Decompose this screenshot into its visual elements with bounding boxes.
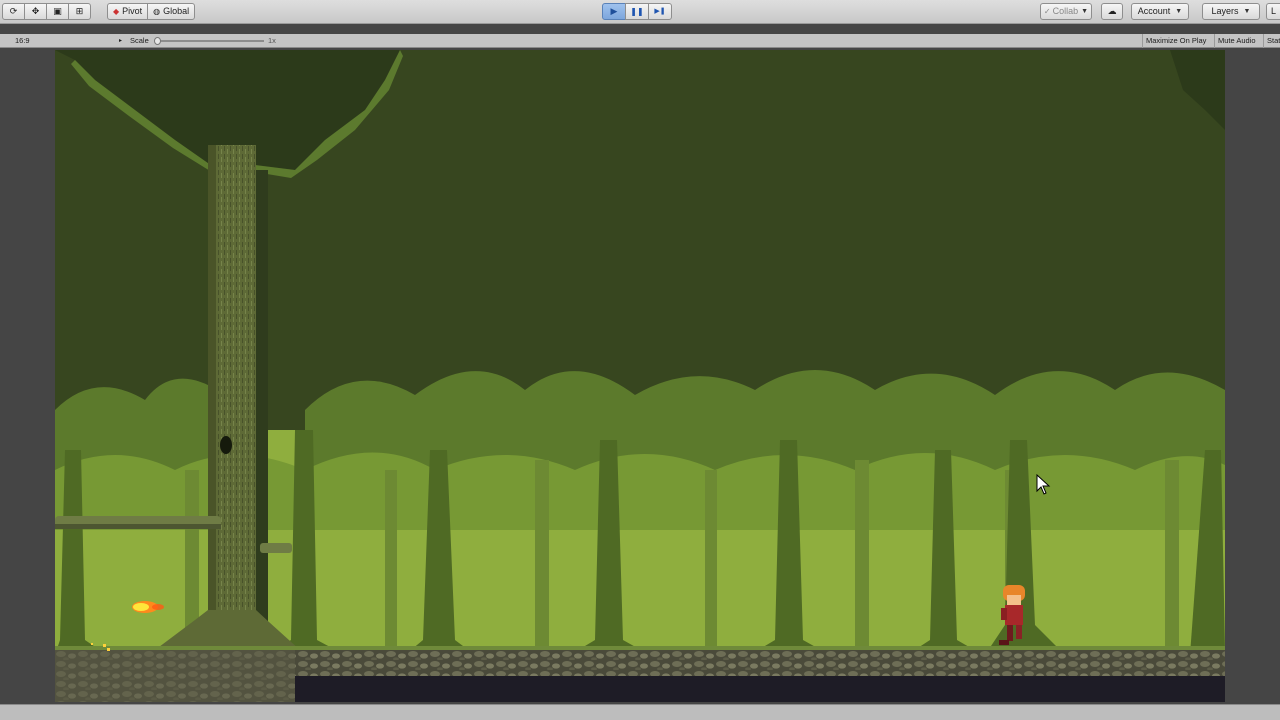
foreground-tree-shadow: [256, 170, 268, 640]
chevron-down-icon: ▼: [1243, 8, 1251, 15]
hand-tool-icon[interactable]: ⟳: [2, 3, 25, 20]
chevron-icon: ▸: [119, 38, 123, 44]
move-tool-icon[interactable]: ✥: [24, 3, 47, 20]
scale-label: Scale: [130, 36, 149, 45]
pause-button[interactable]: ❚❚: [625, 3, 649, 20]
step-icon: ▶❚: [654, 8, 666, 15]
chevron-down-icon: ▼: [1081, 8, 1089, 15]
forest-scene: [55, 50, 1225, 702]
layers-label: Layers: [1211, 6, 1239, 16]
mute-audio-toggle[interactable]: Mute Audio: [1214, 34, 1259, 48]
step-button[interactable]: ▶❚: [648, 3, 672, 20]
collab-button[interactable]: ✓ Collab ▼: [1040, 3, 1092, 20]
ground-dark: [295, 676, 1225, 702]
scale-slider-track[interactable]: [156, 40, 264, 42]
account-dropdown[interactable]: Account ▼: [1131, 3, 1189, 20]
aspect-ratio-dropdown[interactable]: 16:9: [15, 36, 30, 45]
global-label: Global: [163, 6, 190, 16]
main-toolbar: ⟳ ✥ ▣ ⊞ ◆ Pivot ◍ Global ▶ ❚❚ ▶❚ ✓ Colla…: [0, 0, 1280, 24]
cloud-icon: ☁: [1107, 6, 1117, 16]
global-button[interactable]: ◍ Global: [147, 3, 196, 20]
maximize-on-play-toggle[interactable]: Maximize On Play: [1142, 34, 1209, 48]
chevron-down-icon: ▼: [1175, 8, 1183, 15]
ground-rocks: [295, 650, 1225, 676]
rect-tool-icon[interactable]: ▣: [46, 3, 69, 20]
cloud-button[interactable]: ☁: [1101, 3, 1123, 20]
branch-platform-small: [260, 543, 292, 553]
pause-icon: ❚❚: [630, 7, 644, 16]
tree-hollow: [220, 436, 232, 454]
pivot-icon: ◆: [113, 7, 120, 16]
pivot-label: Pivot: [122, 6, 143, 16]
layers-dropdown[interactable]: Layers ▼: [1202, 3, 1260, 20]
game-view-bar: 16:9 ▸ Scale 1x Maximize On Play Mute Au…: [0, 34, 1280, 48]
transform-tool-icon[interactable]: ⊞: [68, 3, 91, 20]
collab-label: Collab: [1052, 6, 1079, 16]
stats-toggle[interactable]: Stats: [1263, 34, 1280, 48]
globe-icon: ◍: [153, 7, 161, 16]
play-button[interactable]: ▶: [602, 3, 626, 20]
pivot-toggle-group: ◆ Pivot ◍ Global: [107, 3, 196, 20]
play-icon: ▶: [610, 6, 618, 16]
transform-tools: ⟳ ✥ ▣ ⊞: [2, 3, 91, 20]
bottom-panel-edge: [0, 704, 1280, 720]
playback-controls: ▶ ❚❚ ▶❚: [602, 3, 672, 20]
layout-label: L: [1270, 6, 1276, 16]
game-viewport[interactable]: [55, 50, 1225, 702]
account-label: Account: [1137, 6, 1171, 16]
scale-slider-thumb[interactable]: [154, 37, 161, 45]
pivot-button[interactable]: ◆ Pivot: [107, 3, 149, 20]
layout-dropdown[interactable]: L: [1266, 3, 1280, 20]
checkmark-icon: ✓: [1043, 7, 1051, 16]
scale-value: 1x: [268, 36, 276, 45]
